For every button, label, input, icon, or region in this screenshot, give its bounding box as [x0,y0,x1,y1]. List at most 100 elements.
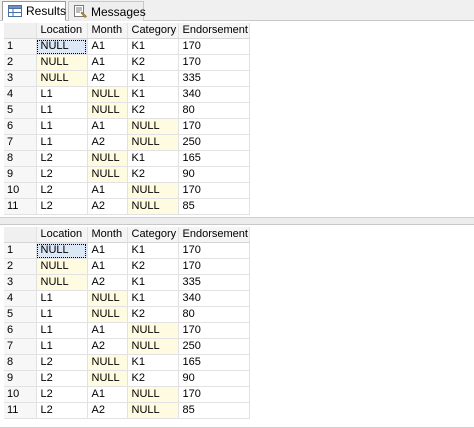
null-cell[interactable]: NULL [127,386,179,403]
table-cell[interactable]: A2 [87,274,128,291]
table-cell[interactable]: A2 [87,134,128,151]
table-cell[interactable]: 170 [178,182,250,199]
row-number[interactable]: 1 [4,38,37,55]
table-cell[interactable]: K1 [127,70,179,87]
table-cell[interactable]: L2 [36,402,88,419]
row-number[interactable]: 1 [4,242,37,259]
table-cell[interactable]: A2 [87,198,128,215]
table-cell[interactable]: 335 [178,70,250,87]
row-number[interactable]: 7 [4,134,37,151]
table-row[interactable]: 10 L2 A1 NULL 170 [4,182,250,199]
row-number[interactable]: 8 [4,150,37,167]
column-header[interactable]: Category [127,23,179,39]
row-number[interactable]: 3 [4,70,37,87]
null-cell[interactable]: NULL [87,370,128,387]
table-row[interactable]: 3 NULL A2 K1 335 [4,70,250,87]
table-cell[interactable]: 340 [178,86,250,103]
table-cell[interactable]: L1 [36,306,88,323]
table-cell[interactable]: K2 [127,370,179,387]
table-cell[interactable]: 80 [178,306,250,323]
table-cell[interactable]: A1 [87,54,128,71]
row-number[interactable]: 6 [4,322,37,339]
table-row[interactable]: 9 L2 NULL K2 90 [4,166,250,183]
table-cell[interactable]: A1 [87,118,128,135]
table-cell[interactable]: L1 [36,102,88,119]
null-cell[interactable]: NULL [127,134,179,151]
table-row[interactable]: 4 L1 NULL K1 340 [4,290,250,307]
table-cell[interactable]: K1 [127,150,179,167]
corner-header[interactable] [4,227,37,243]
table-cell[interactable]: A1 [87,322,128,339]
table-cell[interactable]: 250 [178,338,250,355]
table-cell[interactable]: K2 [127,166,179,183]
null-cell[interactable]: NULL [127,338,179,355]
null-cell[interactable]: NULL [87,150,128,167]
row-number[interactable]: 9 [4,166,37,183]
table-row[interactable]: 8 L2 NULL K1 165 [4,354,250,371]
table-cell[interactable]: 85 [178,198,250,215]
null-cell[interactable]: NULL [87,86,128,103]
null-cell[interactable]: NULL [127,182,179,199]
table-cell[interactable]: 170 [178,258,250,275]
table-row[interactable]: 6 L1 A1 NULL 170 [4,322,250,339]
null-cell[interactable]: NULL [87,102,128,119]
null-cell[interactable]: NULL [36,258,88,275]
table-cell[interactable]: K1 [127,38,179,55]
table-cell[interactable]: 90 [178,370,250,387]
table-cell[interactable]: A1 [87,242,128,259]
table-cell[interactable]: 170 [178,322,250,339]
table-cell[interactable]: 340 [178,290,250,307]
null-cell[interactable]: NULL [36,70,88,87]
null-cell[interactable]: NULL [87,354,128,371]
table-cell[interactable]: 170 [178,38,250,55]
row-number[interactable]: 9 [4,370,37,387]
row-number[interactable]: 3 [4,274,37,291]
null-cell[interactable]: NULL [36,54,88,71]
table-cell[interactable]: K1 [127,290,179,307]
table-row[interactable]: 11 L2 A2 NULL 85 [4,402,250,419]
table-cell[interactable]: L2 [36,166,88,183]
row-number[interactable]: 5 [4,102,37,119]
null-cell[interactable]: NULL [36,38,88,55]
table-cell[interactable]: K1 [127,354,179,371]
table-cell[interactable]: L2 [36,370,88,387]
table-row[interactable]: 8 L2 NULL K1 165 [4,150,250,167]
table-cell[interactable]: A1 [87,38,128,55]
table-cell[interactable]: A2 [87,402,128,419]
row-number[interactable]: 4 [4,290,37,307]
table-row[interactable]: 1 NULL A1 K1 170 [4,38,250,55]
table-row[interactable]: 7 L1 A2 NULL 250 [4,338,250,355]
table-row[interactable]: 5 L1 NULL K2 80 [4,306,250,323]
tab-results[interactable]: Results [2,1,66,21]
table-cell[interactable]: L1 [36,134,88,151]
row-number[interactable]: 8 [4,354,37,371]
table-cell[interactable]: A2 [87,70,128,87]
table-cell[interactable]: 335 [178,274,250,291]
column-header[interactable]: Location [36,227,88,243]
tab-messages[interactable]: Messages [68,1,146,21]
null-cell[interactable]: NULL [127,322,179,339]
table-row[interactable]: 3 NULL A2 K1 335 [4,274,250,291]
null-cell[interactable]: NULL [127,198,179,215]
results-table[interactable]: Location Month Category Endorsement 1 NULL A1 K… [4,227,250,419]
table-cell[interactable]: 170 [178,118,250,135]
table-cell[interactable]: 165 [178,150,250,167]
row-number[interactable]: 2 [4,258,37,275]
row-number[interactable]: 11 [4,402,37,419]
table-cell[interactable]: L1 [36,118,88,135]
table-cell[interactable]: 90 [178,166,250,183]
null-cell[interactable]: NULL [87,290,128,307]
table-cell[interactable]: L2 [36,198,88,215]
column-header[interactable]: Endorsement [178,23,250,39]
table-cell[interactable]: 170 [178,54,250,71]
result-grid-2[interactable]: Location Month Category Endorsement 1 NULL A1 K… [0,224,474,428]
table-cell[interactable]: L2 [36,354,88,371]
table-cell[interactable]: K2 [127,258,179,275]
table-cell[interactable]: L1 [36,290,88,307]
null-cell[interactable]: NULL [87,306,128,323]
table-row[interactable]: 5 L1 NULL K2 80 [4,102,250,119]
table-cell[interactable]: L2 [36,150,88,167]
table-row[interactable]: 11 L2 A2 NULL 85 [4,198,250,215]
table-cell[interactable]: K1 [127,86,179,103]
table-row[interactable]: 4 L1 NULL K1 340 [4,86,250,103]
